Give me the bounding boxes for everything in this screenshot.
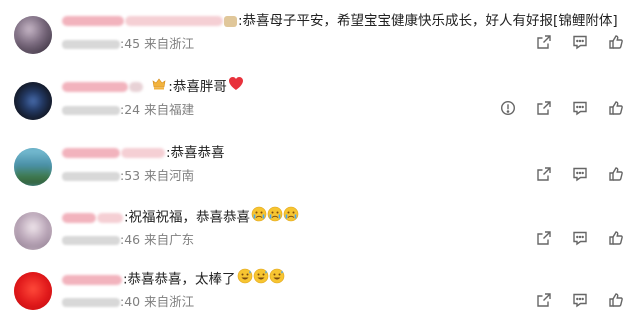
comment-actions bbox=[534, 228, 626, 248]
share-icon[interactable] bbox=[534, 98, 554, 118]
avatar[interactable] bbox=[14, 16, 52, 54]
share-icon[interactable] bbox=[534, 164, 554, 184]
crying-face-icon bbox=[283, 206, 299, 229]
reply-icon[interactable] bbox=[570, 228, 590, 248]
comment-content: :恭喜恭喜，太棒了 bbox=[62, 268, 285, 290]
like-icon[interactable] bbox=[606, 290, 626, 310]
like-icon[interactable] bbox=[606, 32, 626, 52]
comment-location: 来自浙江 bbox=[144, 36, 195, 51]
comment-item: :恭喜恭喜 :53 来自河南 bbox=[0, 142, 640, 202]
share-icon[interactable] bbox=[534, 290, 554, 310]
username-blurred[interactable] bbox=[129, 82, 143, 92]
comment-time: :24 bbox=[120, 102, 141, 117]
grinning-sweat-face-icon bbox=[237, 268, 253, 291]
comment-time: :53 bbox=[120, 168, 141, 183]
comment-meta: :46 来自广东 bbox=[62, 230, 194, 250]
reply-icon[interactable] bbox=[570, 32, 590, 52]
username-blurred[interactable] bbox=[62, 82, 128, 92]
comment-text: :恭喜母子平安，希望宝宝健康快乐成长，好人有好报[锦鲤附体] bbox=[238, 13, 618, 29]
comment-actions bbox=[498, 98, 626, 118]
timestamp-blurred bbox=[62, 106, 120, 115]
comment-item: :恭喜胖哥 :24 来自福建 bbox=[0, 76, 640, 136]
crown-badge-icon bbox=[152, 76, 166, 98]
comment-item: :祝福祝福，恭喜恭喜 :46 来自广东 bbox=[0, 206, 640, 266]
username-blurred[interactable] bbox=[125, 16, 223, 26]
comment-list: :恭喜母子平安，希望宝宝健康快乐成长，好人有好报[锦鲤附体] :45 来自浙江 bbox=[0, 0, 640, 324]
like-icon[interactable] bbox=[606, 228, 626, 248]
badge-icon bbox=[224, 15, 237, 27]
crying-face-icon bbox=[267, 206, 283, 229]
comment-item: :恭喜恭喜，太棒了 :40 来自浙江 bbox=[0, 268, 640, 328]
avatar[interactable] bbox=[14, 148, 52, 186]
comment-text: :恭喜胖哥 bbox=[168, 79, 227, 95]
comment-item: :恭喜母子平安，希望宝宝健康快乐成长，好人有好报[锦鲤附体] :45 来自浙江 bbox=[0, 10, 640, 70]
comment-time: :46 bbox=[120, 232, 141, 247]
comment-content: :恭喜恭喜 bbox=[62, 142, 225, 164]
comment-time: :40 bbox=[120, 294, 141, 309]
grinning-sweat-face-icon bbox=[269, 268, 285, 291]
comment-actions bbox=[534, 164, 626, 184]
comment-text: :恭喜恭喜，太棒了 bbox=[123, 271, 236, 288]
like-icon[interactable] bbox=[606, 98, 626, 118]
comment-content: :恭喜胖哥 bbox=[62, 76, 244, 98]
reply-icon[interactable] bbox=[570, 164, 590, 184]
comment-location: 来自河南 bbox=[144, 168, 195, 183]
timestamp-blurred bbox=[62, 40, 120, 49]
comment-content: :恭喜母子平安，希望宝宝健康快乐成长，好人有好报[锦鲤附体] bbox=[62, 10, 618, 32]
report-icon[interactable] bbox=[498, 98, 518, 118]
comment-text: :祝福祝福，恭喜恭喜 bbox=[124, 209, 251, 226]
avatar[interactable] bbox=[14, 212, 52, 250]
reply-icon[interactable] bbox=[570, 290, 590, 310]
comment-location: 来自广东 bbox=[144, 232, 195, 247]
reply-icon[interactable] bbox=[570, 98, 590, 118]
username-blurred[interactable] bbox=[62, 212, 96, 223]
username-blurred[interactable] bbox=[62, 148, 120, 158]
like-icon[interactable] bbox=[606, 164, 626, 184]
comment-location: 来自浙江 bbox=[144, 294, 195, 309]
comment-meta: :53 来自河南 bbox=[62, 166, 194, 186]
share-icon[interactable] bbox=[534, 32, 554, 52]
username-blurred[interactable] bbox=[121, 148, 165, 158]
comment-meta: :24 来自福建 bbox=[62, 100, 194, 120]
comment-actions bbox=[534, 290, 626, 310]
timestamp-blurred bbox=[62, 236, 120, 245]
share-icon[interactable] bbox=[534, 228, 554, 248]
comment-time: :45 bbox=[120, 36, 141, 51]
grinning-sweat-face-icon bbox=[253, 268, 269, 291]
timestamp-blurred bbox=[62, 298, 120, 307]
comment-text: :恭喜恭喜 bbox=[166, 145, 225, 161]
username-blurred[interactable] bbox=[62, 274, 122, 285]
comment-actions bbox=[534, 32, 626, 52]
comment-location: 来自福建 bbox=[144, 102, 195, 117]
heart-icon bbox=[228, 76, 244, 98]
username-blurred[interactable] bbox=[97, 212, 123, 223]
comment-content: :祝福祝福，恭喜恭喜 bbox=[62, 206, 299, 228]
crying-face-icon bbox=[251, 206, 267, 229]
comment-meta: :45 来自浙江 bbox=[62, 34, 194, 54]
avatar[interactable] bbox=[14, 82, 52, 120]
timestamp-blurred bbox=[62, 172, 120, 181]
comment-meta: :40 来自浙江 bbox=[62, 292, 194, 312]
avatar[interactable] bbox=[14, 272, 52, 310]
username-blurred[interactable] bbox=[62, 16, 124, 26]
